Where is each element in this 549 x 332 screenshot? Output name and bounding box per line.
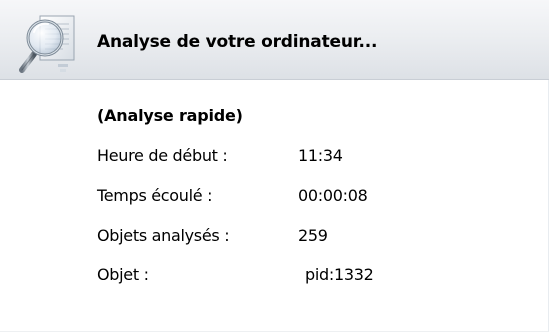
elapsed-time-label: Temps écoulé : — [97, 186, 213, 205]
objects-scanned-label: Objets analysés : — [97, 226, 230, 245]
elapsed-time-value: 00:00:08 — [298, 186, 368, 205]
current-object-label: Objet : — [97, 265, 149, 284]
current-object-value: pid:1332 — [305, 265, 374, 284]
panel-header: Analyse de votre ordinateur... — [0, 0, 549, 80]
panel-title: Analyse de votre ordinateur... — [97, 32, 378, 52]
magnifier-document-icon — [19, 15, 75, 73]
start-time-value: 11:34 — [298, 146, 343, 165]
objects-scanned-value: 259 — [298, 226, 328, 245]
start-time-label: Heure de début : — [97, 146, 228, 165]
scan-progress-panel: Analyse de votre ordinateur... (Analyse … — [0, 0, 549, 332]
scan-mode-label: (Analyse rapide) — [97, 106, 243, 125]
